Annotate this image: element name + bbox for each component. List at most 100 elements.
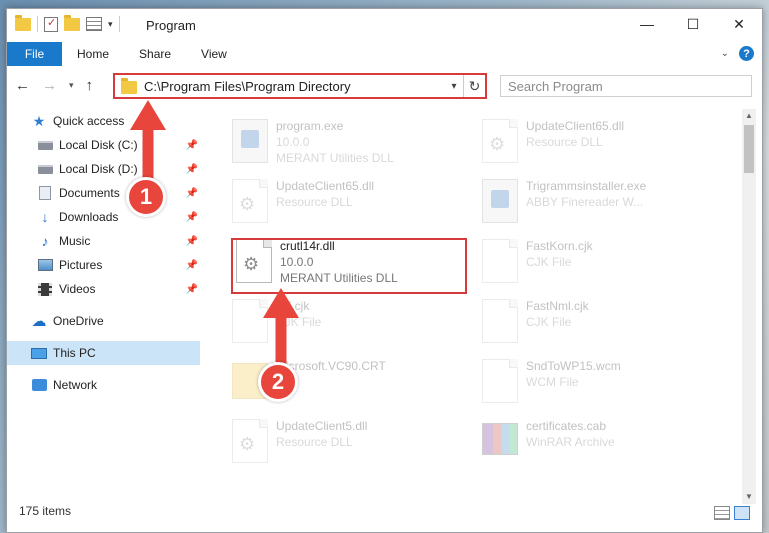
pin-icon[interactable]: 📌 bbox=[186, 284, 198, 295]
pin-icon[interactable]: 📌 bbox=[186, 164, 198, 175]
recent-locations-icon[interactable]: ▾ bbox=[69, 80, 74, 91]
up-arrow-icon[interactable]: ↑ bbox=[86, 77, 94, 94]
sidebar-item-onedrive[interactable]: ☁ OneDrive bbox=[7, 309, 202, 333]
navigation-buttons: ← → ▾ ↑ bbox=[15, 77, 93, 94]
scroll-up-icon[interactable]: ▲ bbox=[742, 109, 756, 123]
ribbon-controls: ⌄ ? bbox=[721, 46, 754, 61]
back-arrow-icon[interactable]: ← bbox=[15, 77, 30, 94]
pictures-icon bbox=[37, 258, 53, 272]
file-name: program.exe bbox=[276, 119, 344, 133]
sidebar-item-label: Downloads bbox=[59, 210, 119, 224]
navigation-pane: ★ Quick access Local Disk (C:) 📌 Local D… bbox=[7, 109, 202, 504]
videos-icon bbox=[37, 282, 53, 296]
sidebar-item-local-disk-c[interactable]: Local Disk (C:) 📌 bbox=[7, 133, 202, 157]
explorer-window: ▾ Program — ☐ ✕ File Home Share View ⌄ ?… bbox=[6, 8, 763, 533]
tab-share[interactable]: Share bbox=[124, 42, 186, 66]
tab-home[interactable]: Home bbox=[62, 42, 124, 66]
file-item[interactable]: ...ll.cjk CJK File bbox=[230, 295, 470, 349]
chevron-down-icon[interactable]: ▾ bbox=[445, 81, 463, 92]
vertical-scrollbar[interactable]: ▲ ▼ bbox=[742, 109, 756, 504]
refresh-icon[interactable]: ↻ bbox=[463, 75, 485, 97]
forward-arrow-icon[interactable]: → bbox=[42, 77, 57, 94]
sidebar-item-music[interactable]: ♪ Music 📌 bbox=[7, 229, 202, 253]
scroll-thumb[interactable] bbox=[744, 125, 754, 173]
file-item[interactable]: FastNml.cjk CJK File bbox=[480, 295, 720, 349]
step-badge-1: 1 bbox=[126, 177, 166, 217]
drive-icon bbox=[37, 162, 53, 176]
new-folder-icon[interactable] bbox=[64, 14, 80, 31]
sidebar-item-this-pc[interactable]: This PC bbox=[7, 341, 200, 365]
archive-icon bbox=[482, 423, 518, 455]
sidebar-item-label: Pictures bbox=[59, 258, 103, 272]
view-options-icon[interactable] bbox=[86, 17, 102, 31]
sidebar-item-label: Videos bbox=[59, 282, 96, 296]
file-item[interactable]: program.exe 10.0.0 MERANT Utilities DLL bbox=[230, 115, 470, 169]
file-item[interactable]: UpdateClient65.dll Resource DLL bbox=[230, 175, 470, 229]
file-detail: 10.0.0 bbox=[276, 135, 310, 149]
chevron-down-icon[interactable]: ▾ bbox=[108, 19, 113, 30]
sidebar-item-downloads[interactable]: ↓ Downloads 📌 bbox=[7, 205, 202, 229]
folder-icon bbox=[15, 14, 31, 31]
minimize-button[interactable]: — bbox=[624, 9, 670, 39]
properties-icon[interactable] bbox=[44, 16, 58, 32]
star-icon: ★ bbox=[32, 112, 46, 129]
sidebar-item-network[interactable]: Network bbox=[7, 373, 202, 397]
search-input[interactable]: Search Program bbox=[500, 75, 752, 97]
ribbon-tabs: File Home Share View ⌄ ? bbox=[7, 42, 762, 66]
music-icon: ♪ bbox=[41, 233, 49, 249]
sidebar-item-local-disk-d[interactable]: Local Disk (D:) 📌 bbox=[7, 157, 202, 181]
file-item[interactable]: FastKorn.cjk CJK File bbox=[480, 235, 720, 289]
sidebar-item-videos[interactable]: Videos 📌 bbox=[7, 277, 202, 301]
file-detail: WinRAR Archive bbox=[526, 435, 615, 449]
tab-view[interactable]: View bbox=[186, 42, 242, 66]
file-detail: CJK File bbox=[526, 255, 572, 269]
file-item[interactable]: Trigrammsinstaller.exe ABBY Finereader W… bbox=[480, 175, 720, 229]
file-name: UpdateClient65.dll bbox=[276, 179, 375, 193]
step-badge-2: 2 bbox=[258, 362, 298, 402]
file-highlight-box bbox=[231, 238, 467, 294]
toolbar-divider bbox=[118, 16, 120, 32]
file-name: FastNml.cjk bbox=[526, 299, 589, 313]
file-detail: Resource DLL bbox=[526, 135, 603, 149]
file-item[interactable]: certificates.cab WinRAR Archive bbox=[480, 415, 720, 469]
item-count: 175 items bbox=[19, 504, 72, 518]
file-item[interactable]: UpdateClient5.dll Resource DLL bbox=[230, 415, 470, 469]
application-icon bbox=[482, 179, 518, 223]
sidebar-item-label: Local Disk (D:) bbox=[59, 162, 138, 176]
sidebar-item-documents[interactable]: Documents 📌 bbox=[7, 181, 202, 205]
sidebar-item-label: Documents bbox=[59, 186, 120, 200]
file-icon bbox=[482, 239, 518, 283]
file-list: program.exe 10.0.0 MERANT Utilities DLL … bbox=[212, 109, 734, 504]
pin-icon[interactable]: 📌 bbox=[186, 140, 198, 151]
tab-file[interactable]: File bbox=[7, 42, 62, 66]
close-button[interactable]: ✕ bbox=[716, 9, 762, 39]
pin-icon[interactable]: 📌 bbox=[186, 212, 198, 223]
file-name: FastKorn.cjk bbox=[526, 239, 593, 253]
file-icon bbox=[482, 299, 518, 343]
address-bar[interactable]: C:\Program Files\Program Directory ▾ ↻ bbox=[113, 73, 487, 99]
file-detail: MERANT Utilities DLL bbox=[276, 151, 394, 165]
sidebar-item-label: This PC bbox=[53, 346, 96, 360]
pin-icon[interactable]: 📌 bbox=[186, 260, 198, 271]
sidebar-item-quick-access[interactable]: ★ Quick access bbox=[7, 109, 202, 133]
toolbar-divider bbox=[37, 16, 38, 32]
dll-file-icon bbox=[232, 179, 268, 223]
file-detail: Resource DLL bbox=[276, 435, 353, 449]
expand-ribbon-icon[interactable]: ⌄ bbox=[721, 48, 729, 59]
file-name: certificates.cab bbox=[526, 419, 607, 433]
sidebar-item-pictures[interactable]: Pictures 📌 bbox=[7, 253, 202, 277]
pin-icon[interactable]: 📌 bbox=[186, 236, 198, 247]
pin-icon[interactable]: 📌 bbox=[186, 188, 198, 199]
help-icon[interactable]: ? bbox=[739, 46, 754, 61]
address-path[interactable]: C:\Program Files\Program Directory bbox=[144, 79, 445, 94]
details-view-icon[interactable] bbox=[714, 506, 730, 520]
file-item[interactable]: UpdateClient65.dll Resource DLL bbox=[480, 115, 720, 169]
file-item[interactable]: SndToWP15.wcm WCM File bbox=[480, 355, 720, 409]
file-name: UpdateClient65.dll bbox=[526, 119, 625, 133]
file-detail: ABBY Finereader W... bbox=[526, 195, 644, 209]
tiles-view-icon[interactable] bbox=[734, 506, 750, 520]
sidebar-item-label: Network bbox=[53, 378, 98, 392]
sidebar-item-label: Music bbox=[59, 234, 91, 248]
scroll-down-icon[interactable]: ▼ bbox=[742, 490, 756, 504]
maximize-button[interactable]: ☐ bbox=[670, 9, 716, 39]
